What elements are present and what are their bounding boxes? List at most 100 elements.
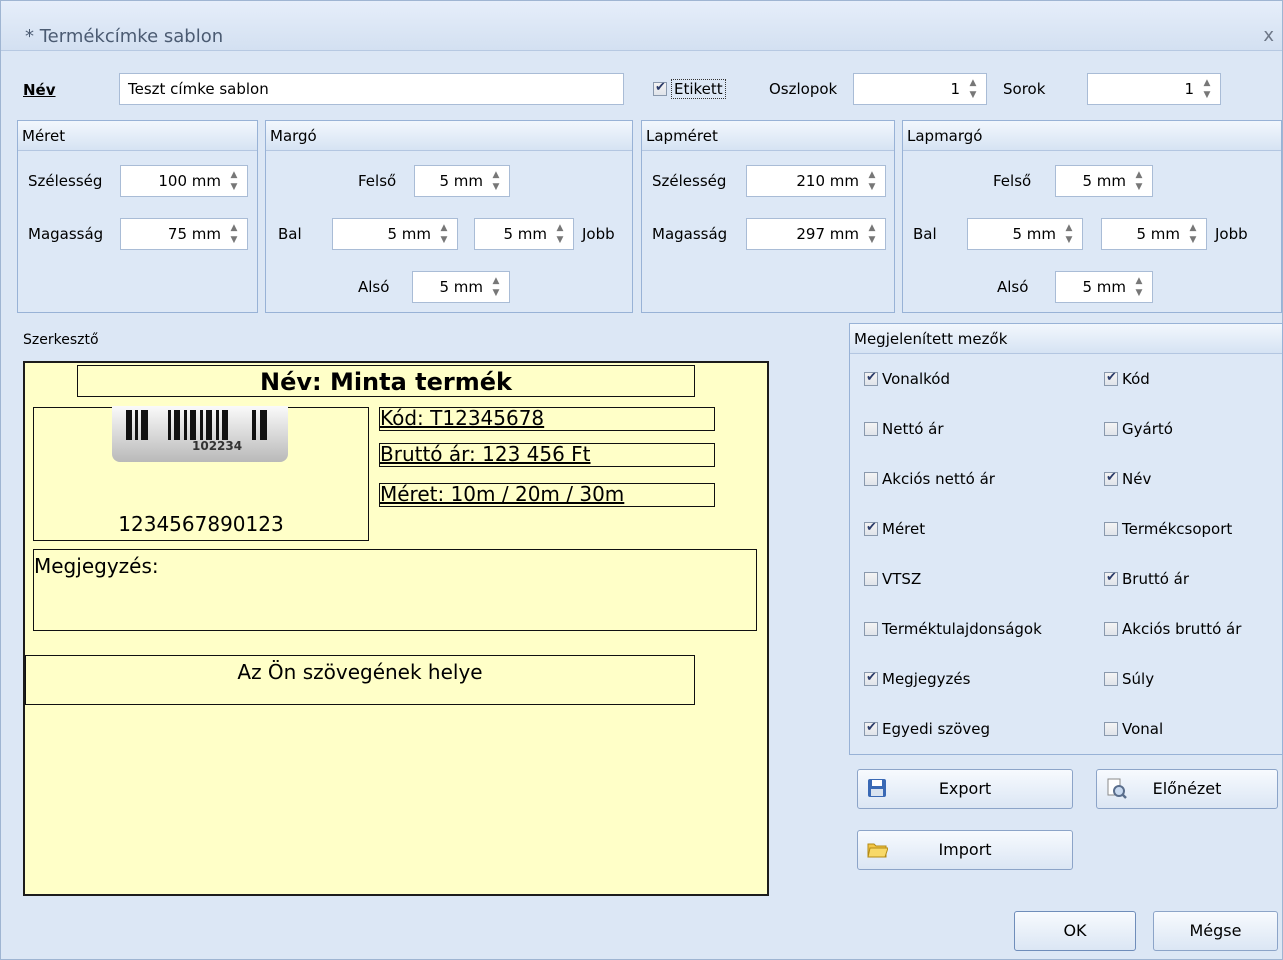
import-button[interactable]: Import — [857, 830, 1073, 870]
spin-arrows-icon[interactable]: ▲ ▼ — [865, 222, 879, 246]
spin-arrows-icon[interactable]: ▲ ▼ — [1186, 222, 1200, 246]
field-checkbox-label: Méret — [882, 520, 926, 538]
lapmargo-group: Lapmargó Felső 5 mm ▲ ▼ Bal 5 mm ▲ ▼ 5 mm … — [902, 120, 1282, 313]
preview-button[interactable]: Előnézet — [1096, 769, 1278, 809]
spin-arrows-icon[interactable]: ▲ ▼ — [227, 169, 241, 193]
lapmargo-right-stepper[interactable]: 5 mm ▲ ▼ — [1101, 218, 1207, 250]
margo-right-value: 5 mm — [503, 225, 547, 243]
field-checkbox-label: Gyártó — [1122, 420, 1173, 438]
field-checkbox[interactable]: Gyártó — [1104, 420, 1173, 438]
checkbox-icon — [864, 472, 878, 486]
spin-arrows-icon[interactable]: ▲ ▼ — [865, 169, 879, 193]
checkbox-icon — [1104, 522, 1118, 536]
meret-height-value: 75 mm — [167, 225, 221, 243]
ok-button[interactable]: OK — [1014, 911, 1136, 951]
field-checkbox[interactable]: Megjegyzés — [864, 670, 970, 688]
etikett-checkbox[interactable]: Etikett — [653, 79, 726, 99]
checkbox-icon — [864, 422, 878, 436]
spin-arrows-icon[interactable]: ▲ ▼ — [1200, 77, 1214, 101]
margo-bottom-stepper[interactable]: 5 mm ▲ ▼ — [412, 271, 510, 303]
lapmargo-top-stepper[interactable]: 5 mm ▲ ▼ — [1055, 165, 1153, 197]
checkbox-icon — [1104, 672, 1118, 686]
checkbox-icon — [1104, 570, 1118, 586]
title-bar[interactable]: * Termékcímke sablon x — [1, 1, 1282, 51]
name-input[interactable]: Teszt címke sablon — [119, 73, 624, 105]
field-checkbox-label: Bruttó ár — [1122, 570, 1190, 588]
margo-left-stepper[interactable]: 5 mm ▲ ▼ — [332, 218, 458, 250]
meret-width-stepper[interactable]: 100 mm ▲ ▼ — [120, 165, 248, 197]
field-checkbox[interactable]: Név — [1104, 470, 1151, 488]
editor-custom-text: Az Ön szövegének helye — [237, 660, 483, 684]
editor-label: Szerkesztő — [23, 332, 99, 348]
lapmeret-width-stepper[interactable]: 210 mm ▲ ▼ — [746, 165, 886, 197]
close-icon[interactable]: x — [1263, 25, 1274, 46]
displayed-fields-title: Megjelenített mezők — [850, 324, 1282, 354]
field-checkbox-label: Akciós bruttó ár — [1122, 620, 1242, 638]
margo-right-label: Jobb — [582, 225, 615, 243]
field-checkbox[interactable]: Kód — [1104, 370, 1150, 388]
spin-arrows-icon[interactable]: ▲ ▼ — [1062, 222, 1076, 246]
field-checkbox[interactable]: Egyedi szöveg — [864, 720, 990, 738]
cancel-button[interactable]: Mégse — [1153, 911, 1278, 951]
spin-arrows-icon[interactable]: ▲ ▼ — [966, 77, 980, 101]
field-checkbox[interactable]: Akciós bruttó ár — [1104, 620, 1241, 638]
editor-note-field[interactable]: Megjegyzés: — [33, 549, 757, 631]
checkbox-icon — [864, 572, 878, 586]
field-checkbox[interactable]: Nettó ár — [864, 420, 944, 438]
field-checkbox[interactable]: Vonalkód — [864, 370, 950, 388]
field-checkbox[interactable]: Bruttó ár — [1104, 570, 1189, 588]
displayed-fields-group: Megjelenített mezők Vonalkód Kód Nettó ár G… — [849, 323, 1283, 755]
export-button[interactable]: Export — [857, 769, 1073, 809]
spin-arrows-icon[interactable]: ▲ ▼ — [489, 169, 503, 193]
lapmargo-left-stepper[interactable]: 5 mm ▲ ▼ — [967, 218, 1083, 250]
lapmeret-height-stepper[interactable]: 297 mm ▲ ▼ — [746, 218, 886, 250]
checkbox-icon — [1104, 622, 1118, 636]
meret-height-stepper[interactable]: 75 mm ▲ ▼ — [120, 218, 248, 250]
import-button-label: Import — [938, 840, 992, 859]
rows-stepper[interactable]: 1 ▲ ▼ — [1087, 73, 1221, 105]
field-checkbox-label: Név — [1122, 470, 1152, 488]
spin-arrows-icon[interactable]: ▲ ▼ — [1132, 169, 1146, 193]
label-editor-canvas[interactable]: Név: Minta termék 102234 1234567890123 K… — [23, 361, 769, 896]
checkbox-icon — [864, 520, 878, 536]
field-checkbox[interactable]: Súly — [1104, 670, 1154, 688]
spin-arrows-icon[interactable]: ▲ ▼ — [227, 222, 241, 246]
editor-size-text: Méret: 10m / 20m / 30m — [380, 482, 625, 506]
columns-stepper[interactable]: 1 ▲ ▼ — [853, 73, 987, 105]
editor-custom-text-field[interactable]: Az Ön szövegének helye — [25, 655, 695, 705]
spin-arrows-icon[interactable]: ▲ ▼ — [1132, 275, 1146, 299]
lapmeret-width-label: Szélesség — [652, 172, 727, 190]
field-checkbox[interactable]: Méret — [864, 520, 925, 538]
print-preview-icon — [1105, 777, 1127, 799]
field-checkbox[interactable]: VTSZ — [864, 570, 921, 588]
editor-note-text: Megjegyzés: — [34, 554, 159, 578]
editor-price-field[interactable]: Bruttó ár: 123 456 Ft — [379, 442, 715, 467]
checkbox-icon — [1104, 422, 1118, 436]
field-checkbox[interactable]: Termékcsoport — [1104, 520, 1232, 538]
field-checkbox[interactable]: Terméktulajdonságok — [864, 620, 1042, 638]
meret-group-title: Méret — [18, 121, 257, 151]
lapmargo-right-label: Jobb — [1215, 225, 1248, 243]
editor-name-field[interactable]: Név: Minta termék — [77, 365, 695, 397]
margo-bottom-label: Alsó — [358, 278, 390, 296]
margo-right-stepper[interactable]: 5 mm ▲ ▼ — [474, 218, 574, 250]
spin-arrows-icon[interactable]: ▲ ▼ — [553, 222, 567, 246]
spin-arrows-icon[interactable]: ▲ ▼ — [489, 275, 503, 299]
ok-button-label: OK — [1063, 921, 1087, 940]
margo-top-stepper[interactable]: 5 mm ▲ ▼ — [414, 165, 510, 197]
field-checkbox-label: Vonal — [1122, 720, 1164, 738]
lapmargo-top-label: Felső — [993, 172, 1032, 190]
field-checkbox[interactable]: Vonal — [1104, 720, 1163, 738]
field-checkbox-label: Vonalkód — [882, 370, 950, 388]
lapmargo-bottom-stepper[interactable]: 5 mm ▲ ▼ — [1055, 271, 1153, 303]
columns-value: 1 — [950, 80, 960, 98]
columns-label: Oszlopok — [769, 80, 838, 98]
name-label-text: Név — [23, 81, 56, 99]
editor-size-field[interactable]: Méret: 10m / 20m / 30m — [379, 482, 715, 507]
field-checkbox[interactable]: Akciós nettó ár — [864, 470, 995, 488]
save-disk-icon — [866, 777, 888, 799]
editor-barcode-field[interactable]: 102234 1234567890123 — [33, 406, 369, 541]
spin-arrows-icon[interactable]: ▲ ▼ — [437, 222, 451, 246]
checkbox-icon — [1104, 370, 1118, 386]
editor-code-field[interactable]: Kód: T12345678 — [379, 406, 715, 431]
